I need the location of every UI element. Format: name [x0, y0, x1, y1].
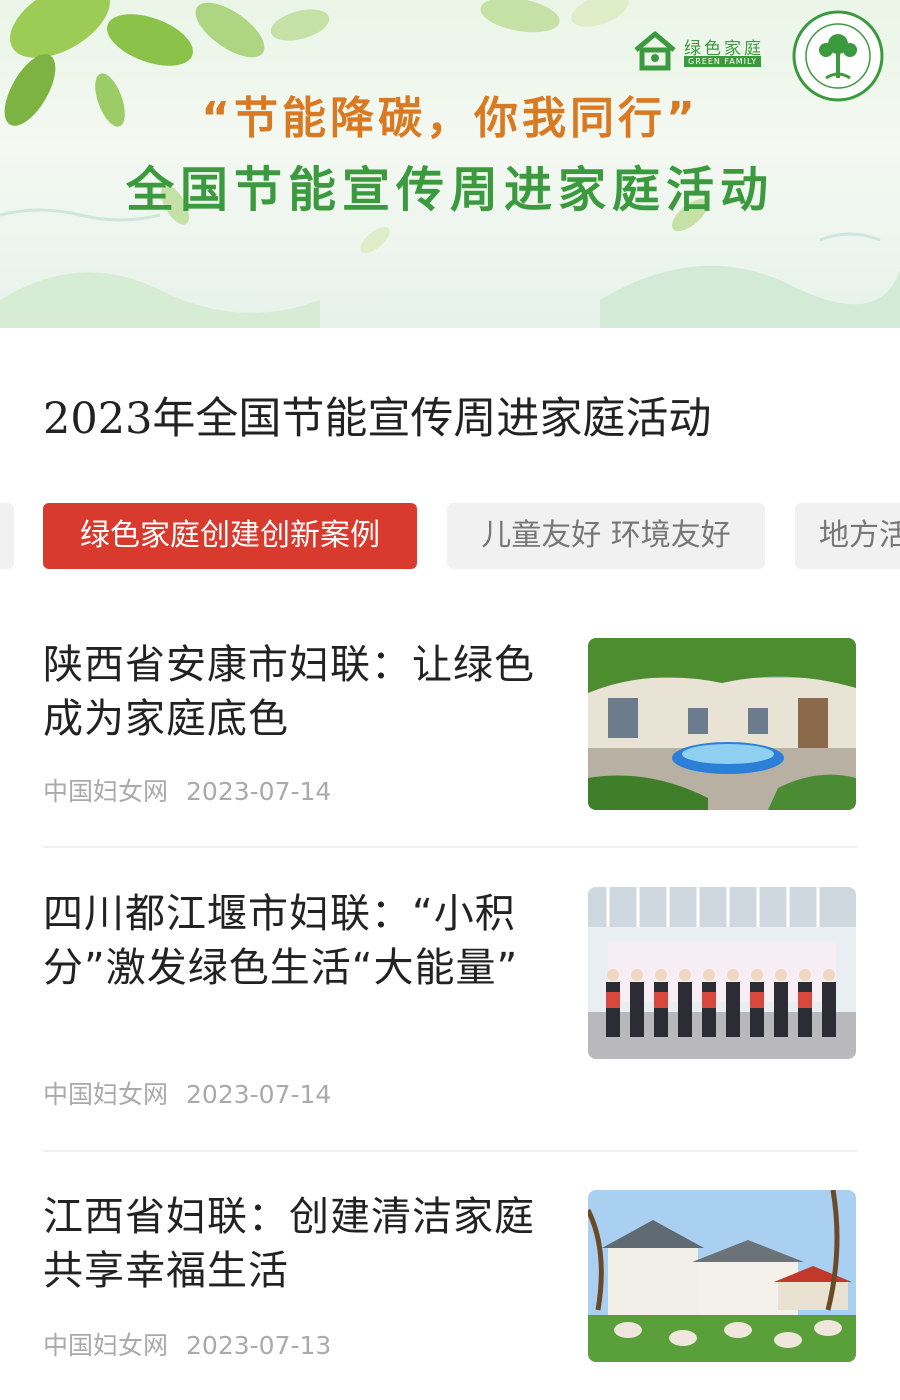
- article-thumbnail[interactable]: [588, 638, 856, 810]
- tab-child-friendly[interactable]: 儿童友好 环境友好: [447, 503, 765, 569]
- courtyard-image: [588, 638, 856, 810]
- banner-slogan: “节能降碳，你我同行”: [201, 93, 699, 144]
- house-icon: [634, 31, 676, 71]
- article-source: 中国妇女网: [43, 777, 169, 806]
- village-house-image: [588, 1190, 856, 1362]
- article-meta: 中国妇女网 2023-07-14: [43, 1075, 331, 1111]
- article-source: 中国妇女网: [43, 1331, 169, 1360]
- tab-local-activities[interactable]: 地方活: [795, 503, 900, 569]
- divider: [43, 846, 857, 848]
- tab-previous-partial[interactable]: [0, 503, 14, 569]
- logo-text-en: GREEN FAMILY: [684, 56, 762, 67]
- tab-green-family-cases[interactable]: 绿色家庭创建创新案例: [43, 503, 417, 569]
- article-date: 2023-07-14: [186, 1080, 332, 1109]
- article-thumbnail[interactable]: [588, 1190, 856, 1362]
- article-source: 中国妇女网: [43, 1080, 169, 1109]
- article-title[interactable]: 陕西省安康市妇联：让绿色成为家庭底色: [43, 638, 543, 746]
- green-family-logo: 绿色家庭 GREEN FAMILY: [632, 30, 772, 74]
- page-title: 2023年全国节能宣传周进家庭活动: [43, 394, 712, 444]
- article-item[interactable]: 陕西省安康市妇联：让绿色成为家庭底色 中国妇女网 2023-07-14: [43, 638, 857, 810]
- article-date: 2023-07-13: [186, 1331, 332, 1360]
- article-date: 2023-07-14: [186, 777, 332, 806]
- header-banner: 绿色家庭 GREEN FAMILY “节能降碳，你我同行” 全国节能宣传周进家庭…: [0, 0, 900, 328]
- article-meta: 中国妇女网 2023-07-13: [43, 1326, 331, 1362]
- divider: [43, 1150, 857, 1152]
- article-title[interactable]: 江西省妇联：创建清洁家庭 共享幸福生活: [43, 1190, 543, 1298]
- article-title[interactable]: 四川都江堰市妇联：“小积分”激发绿色生活“大能量”: [43, 887, 543, 995]
- article-item[interactable]: 江西省妇联：创建清洁家庭 共享幸福生活 中国妇女网 2023-07-13: [43, 1190, 857, 1362]
- article-meta: 中国妇女网 2023-07-14: [43, 772, 331, 808]
- article-thumbnail[interactable]: [588, 887, 856, 1059]
- group-photo-image: [588, 887, 856, 1059]
- article-item[interactable]: 四川都江堰市妇联：“小积分”激发绿色生活“大能量” 中国妇女网 2023-07-1…: [43, 887, 857, 1109]
- banner-headline: 全国节能宣传周进家庭活动: [125, 162, 774, 218]
